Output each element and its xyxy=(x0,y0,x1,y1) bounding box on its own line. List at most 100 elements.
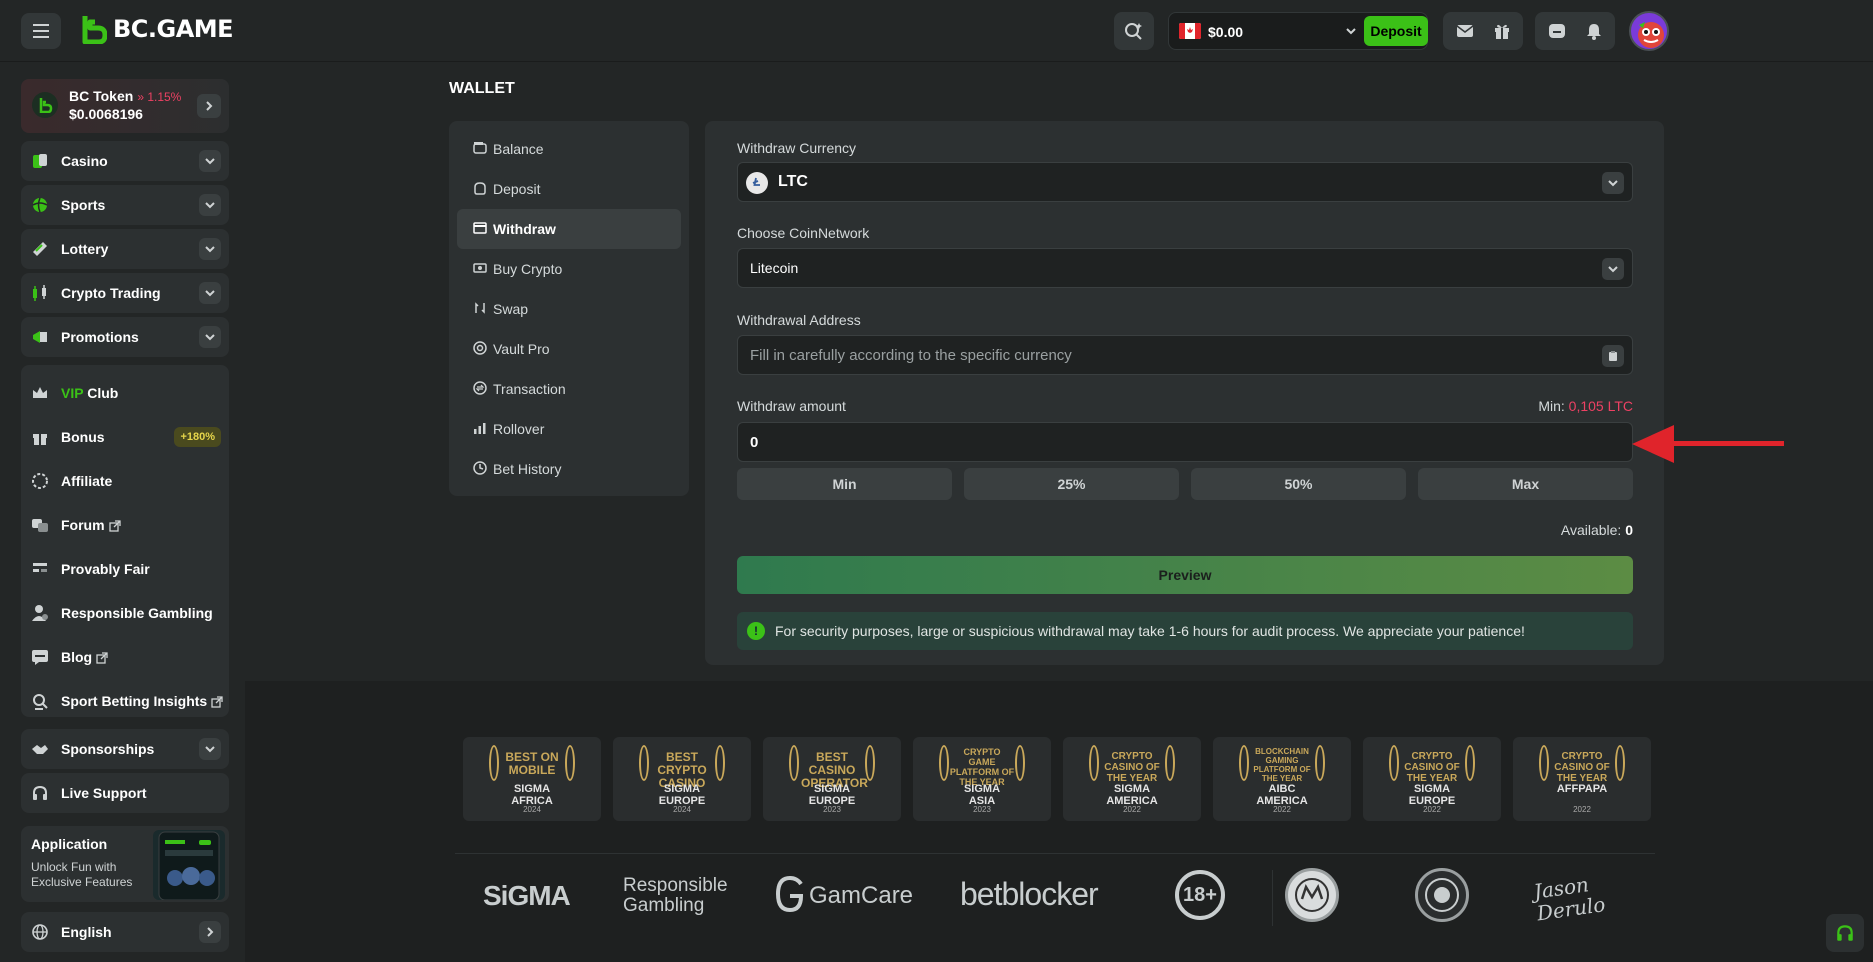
card-icon xyxy=(473,263,487,273)
amount-value: 0 xyxy=(750,434,759,451)
logo-text: BC.GAME xyxy=(113,15,234,43)
expand-button[interactable] xyxy=(199,150,221,172)
age-18-badge[interactable]: 18+ xyxy=(1175,870,1225,920)
responsible-gambling-logo[interactable]: Responsible Gambling xyxy=(623,876,728,916)
club-label: Club xyxy=(87,385,119,401)
menu-toggle-button[interactable] xyxy=(21,13,61,49)
min-label-text: Min: xyxy=(1538,398,1565,414)
award-org: SIGMA ASIA xyxy=(963,783,1001,807)
sidebar-item-live-support[interactable]: Live Support xyxy=(21,773,229,813)
litecoin-icon xyxy=(746,172,768,194)
bc-token-card[interactable]: BC Token» 1.15% $0.0068196 xyxy=(21,79,229,133)
bell-icon[interactable] xyxy=(1585,22,1603,40)
wallet-tab-bet-history[interactable]: Bet History xyxy=(457,449,681,489)
award-title: BLOCKCHAIN GAMING PLATFORM OF THE YEAR xyxy=(1253,747,1311,783)
balance-amount: $0.00 xyxy=(1208,24,1244,40)
wallet-tab-rollover[interactable]: Rollover xyxy=(457,409,681,449)
award-year: 2024 xyxy=(673,805,691,814)
wallet-icon xyxy=(473,142,487,154)
amount-25-button[interactable]: 25% xyxy=(964,468,1179,500)
expand-button[interactable] xyxy=(199,282,221,304)
award-year: 2022 xyxy=(1273,805,1291,814)
wallet-tab-buy-crypto[interactable]: Buy Crypto xyxy=(457,249,681,289)
sidebar-item-label: Forum xyxy=(61,517,121,533)
mail-icon[interactable] xyxy=(1456,23,1474,39)
sidebar-item-provably-fair[interactable]: Provably Fair xyxy=(21,551,229,587)
sidebar-item-sports[interactable]: Sports xyxy=(21,185,229,225)
withdraw-amount-input[interactable]: 0 xyxy=(737,422,1633,462)
header-icon-group-2 xyxy=(1535,12,1615,50)
wallet-tab-transaction[interactable]: Transaction xyxy=(457,369,681,409)
award-title: CRYPTO CASINO OF THE YEAR xyxy=(1554,751,1610,784)
user-avatar[interactable] xyxy=(1629,11,1669,51)
sidebar-item-crypto-trading[interactable]: Crypto Trading xyxy=(21,273,229,313)
gamcare-text: GamCare xyxy=(809,882,914,909)
sidebar-item-forum[interactable]: Forum xyxy=(21,507,229,543)
bc-game-logo[interactable]: BC.GAME xyxy=(79,14,234,44)
sidebar-item-casino[interactable]: Casino xyxy=(21,141,229,181)
amount-min-button[interactable]: Min xyxy=(737,468,952,500)
sidebar-item-affiliate[interactable]: Affiliate xyxy=(21,463,229,499)
balance-selector[interactable]: $0.00 Deposit xyxy=(1168,12,1428,50)
expand-button[interactable] xyxy=(199,326,221,348)
ticket-icon xyxy=(33,242,47,256)
sidebar-item-sponsorships[interactable]: Sponsorships xyxy=(21,729,229,769)
network-label: Choose CoinNetwork xyxy=(737,225,870,241)
wallet-tab-balance[interactable]: Balance xyxy=(457,129,681,169)
network-select[interactable]: Litecoin xyxy=(737,248,1633,288)
sidebar-item-bonus[interactable]: Bonus +180% xyxy=(21,419,229,455)
sidebar-item-promotions[interactable]: Promotions xyxy=(21,317,229,357)
wallet-tab-swap[interactable]: Swap xyxy=(457,289,681,329)
sidebar-item-vip-club[interactable]: VIP Club xyxy=(21,375,229,411)
live-support-fab[interactable] xyxy=(1826,914,1864,952)
sidebar-item-responsible-gambling[interactable]: Responsible Gambling xyxy=(21,595,229,631)
language-expand-button[interactable] xyxy=(199,921,221,943)
preview-button[interactable]: Preview xyxy=(737,556,1633,594)
footer: BEST ON MOBILE SIGMA AFRICA 2024 BEST CR… xyxy=(245,681,1873,962)
sidebar-item-lottery[interactable]: Lottery xyxy=(21,229,229,269)
wallet-menu: Balance Deposit Withdraw Buy Crypto Swap… xyxy=(449,121,689,496)
award-badge: CRYPTO CASINO OF THE YEAR SIGMA EUROPE 2… xyxy=(1363,737,1501,821)
award-year: 2023 xyxy=(973,805,991,814)
amount-50-button[interactable]: 50% xyxy=(1191,468,1406,500)
bonus-badge: +180% xyxy=(174,427,221,447)
transaction-icon xyxy=(473,381,487,395)
token-expand-button[interactable] xyxy=(197,94,221,118)
wallet-tab-deposit[interactable]: Deposit xyxy=(457,169,681,209)
handshake-icon xyxy=(32,745,48,754)
expand-button[interactable] xyxy=(199,738,221,760)
amount-max-button[interactable]: Max xyxy=(1418,468,1633,500)
leicester-club-crest[interactable] xyxy=(1415,868,1469,922)
language-selector[interactable]: English xyxy=(21,912,229,952)
wallet-tab-vault-pro[interactable]: Vault Pro xyxy=(457,329,681,369)
gift-icon[interactable] xyxy=(1493,22,1511,40)
sidebar-item-sport-betting-insights[interactable]: Sport Betting Insights xyxy=(21,683,229,719)
wallet-tab-label: Buy Crypto xyxy=(493,261,563,277)
available-value: 0 xyxy=(1625,522,1633,538)
award-badge: BLOCKCHAIN GAMING PLATFORM OF THE YEAR A… xyxy=(1213,737,1351,821)
phone-mockup-image xyxy=(153,830,225,900)
search-button[interactable] xyxy=(1114,12,1154,50)
address-placeholder: Fill in carefully according to the speci… xyxy=(750,347,1072,364)
chat-icon[interactable] xyxy=(1548,23,1566,39)
jason-derulo-signature[interactable]: Jason Derulo xyxy=(1532,868,1633,925)
network-dropdown-button[interactable] xyxy=(1602,258,1624,280)
header-deposit-button[interactable]: Deposit xyxy=(1364,16,1428,46)
partner-logos: SiGMA Responsible Gambling GamCare betblo… xyxy=(455,854,1655,944)
sigma-logo[interactable]: SiGMA xyxy=(483,880,571,912)
expand-button[interactable] xyxy=(199,238,221,260)
betblocker-logo[interactable]: betblocker xyxy=(960,876,1099,913)
paste-button[interactable] xyxy=(1602,345,1624,367)
miami-club-crest[interactable] xyxy=(1285,868,1339,922)
chevron-down-icon xyxy=(1608,180,1618,187)
currency-dropdown-button[interactable] xyxy=(1602,172,1624,194)
application-promo-card[interactable]: Application Unlock Fun with Exclusive Fe… xyxy=(21,826,229,902)
expand-button[interactable] xyxy=(199,194,221,216)
wallet-tab-label: Swap xyxy=(493,301,529,317)
sidebar-item-blog[interactable]: Blog xyxy=(21,639,229,675)
currency-select[interactable]: LTC xyxy=(737,162,1633,202)
withdraw-panel: Withdraw Currency LTC Choose CoinNetwork… xyxy=(705,121,1664,665)
wallet-tab-withdraw[interactable]: Withdraw xyxy=(457,209,681,249)
withdrawal-address-input[interactable]: Fill in carefully according to the speci… xyxy=(737,335,1633,375)
chart-icon xyxy=(474,423,486,434)
